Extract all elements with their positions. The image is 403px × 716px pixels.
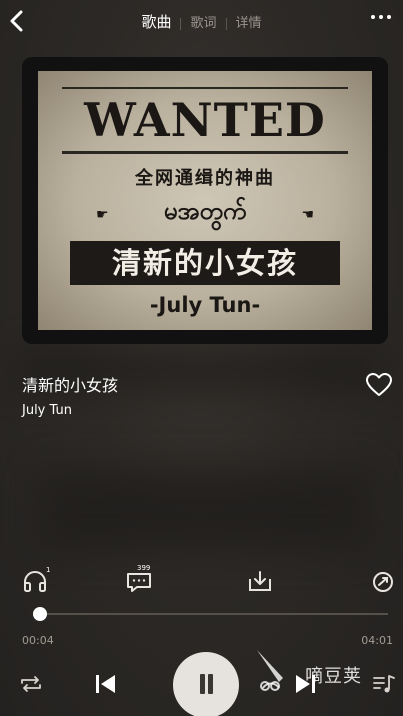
player-screen: 歌曲 歌词 详情 WANTED 全网通缉的神曲 ☛ မအတွက် ☚ 清新的小女孩 … [0,0,403,716]
heart-icon[interactable] [365,372,393,398]
cover-poster: WANTED 全网通缉的神曲 ☛ မအတွက် ☚ 清新的小女孩 -July T… [38,71,372,330]
progress-handle[interactable] [32,607,47,621]
comment-button[interactable]: 399 [126,564,152,594]
cover-subheading: 全网通缉的神曲 [135,168,275,189]
divider [62,151,348,154]
pointing-hand-icon: ☚ [301,207,314,223]
share-icon [373,572,393,592]
watermark-logo-icon [257,650,283,691]
total-time: 04:01 [361,634,393,647]
tab-details[interactable]: 详情 [227,12,271,31]
bg-blur [40,470,370,550]
pause-button[interactable] [173,652,239,716]
cover-burmese-text: မအတွက် [163,197,247,225]
download-icon [249,571,271,591]
previous-icon[interactable] [93,672,119,696]
playlist-icon[interactable] [372,673,396,695]
progress-track[interactable] [34,613,388,615]
current-time: 00:04 [22,634,54,647]
listen-button[interactable]: 1 [22,566,51,594]
album-cover: WANTED 全网通缉的神曲 ☛ မအတွက် ☚ 清新的小女孩 -July T… [22,57,388,344]
top-bar: 歌曲 歌词 详情 [0,0,403,40]
watermark-text: 嘀豆荚 [305,666,362,687]
song-artist[interactable]: July Tun [22,403,72,418]
tab-bar: 歌曲 歌词 详情 [0,11,403,32]
cover-heading: WANTED [84,93,326,147]
download-button[interactable] [247,568,273,594]
cover-byline: -July Tun- [149,293,261,317]
tab-song[interactable]: 歌曲 [132,11,180,32]
headphones-icon [24,571,46,592]
more-icon[interactable] [371,12,393,22]
comment-count-badge: 399 [137,564,151,572]
divider [62,87,348,89]
repeat-icon[interactable] [18,672,44,696]
watermark: 嘀豆荚 [253,648,373,698]
listen-count-badge: 1 [46,566,51,574]
cover-title: 清新的小女孩 [70,241,340,285]
tab-lyrics[interactable]: 歌词 [181,12,225,31]
share-button[interactable] [370,568,396,594]
song-title: 清新的小女孩 [22,376,119,395]
